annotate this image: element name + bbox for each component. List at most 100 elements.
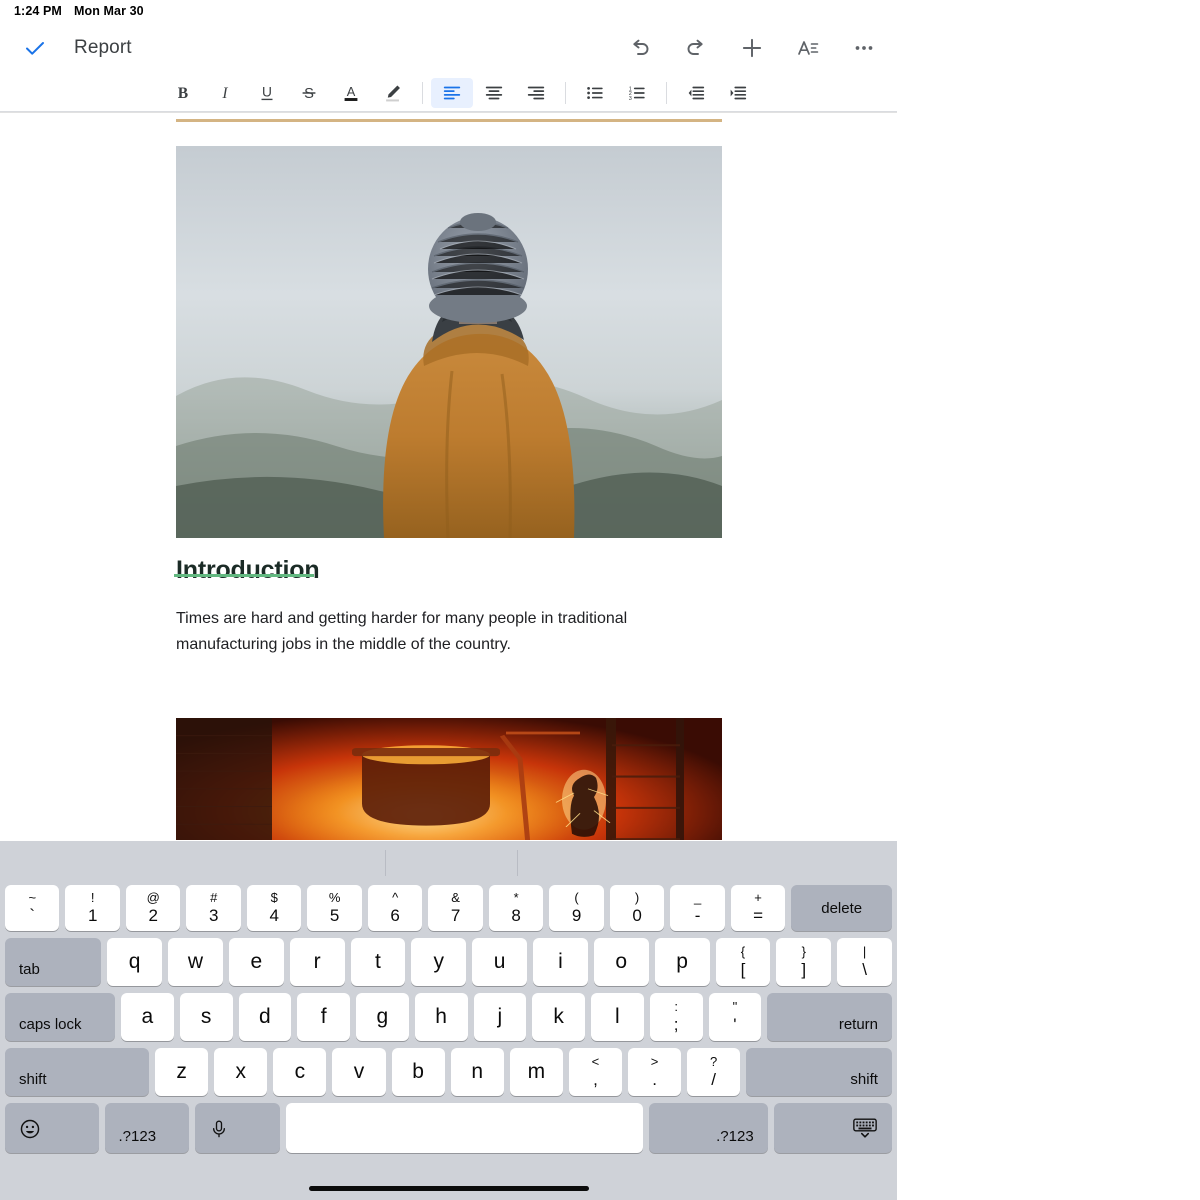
key-[interactable]: <, bbox=[569, 1048, 622, 1096]
key-caps-lock[interactable]: caps lock bbox=[5, 993, 115, 1041]
key-n[interactable]: n bbox=[451, 1048, 504, 1096]
key-t[interactable]: t bbox=[351, 938, 406, 986]
key-9[interactable]: (9 bbox=[549, 885, 603, 931]
key-[interactable]: _- bbox=[670, 885, 724, 931]
document-canvas[interactable]: Introduction Times are hard and getting … bbox=[0, 113, 900, 840]
text-format-button[interactable] bbox=[790, 30, 826, 66]
key-v[interactable]: v bbox=[332, 1048, 385, 1096]
key-a[interactable]: a bbox=[121, 993, 174, 1041]
key-[interactable]: >. bbox=[628, 1048, 681, 1096]
undo-button[interactable] bbox=[622, 30, 658, 66]
increase-indent-button[interactable] bbox=[717, 78, 759, 108]
key-x[interactable]: x bbox=[214, 1048, 267, 1096]
redo-button[interactable] bbox=[678, 30, 714, 66]
align-center-button[interactable] bbox=[473, 78, 515, 108]
key-6[interactable]: ^6 bbox=[368, 885, 422, 931]
highlight-pen-button[interactable] bbox=[372, 78, 414, 108]
home-row: caps lockasdfghjkl:;"'return bbox=[5, 993, 892, 1041]
key--123[interactable]: .?123 bbox=[105, 1103, 190, 1153]
key-q[interactable]: q bbox=[107, 938, 162, 986]
key-e[interactable]: e bbox=[229, 938, 284, 986]
key-label-shifted: ) bbox=[635, 891, 639, 905]
key-f[interactable]: f bbox=[297, 993, 350, 1041]
microphone-icon[interactable] bbox=[195, 1103, 280, 1153]
predictive-text-bar[interactable] bbox=[0, 841, 897, 885]
status-bar-time: 1:24 PM bbox=[14, 4, 62, 18]
insert-button[interactable] bbox=[734, 30, 770, 66]
key-tab[interactable]: tab bbox=[5, 938, 101, 986]
key-s[interactable]: s bbox=[180, 993, 233, 1041]
key-label: ; bbox=[674, 1015, 679, 1034]
key-label: i bbox=[558, 950, 563, 974]
hide-keyboard-icon[interactable] bbox=[774, 1103, 892, 1153]
key-j[interactable]: j bbox=[474, 993, 527, 1041]
bulleted-list-button[interactable] bbox=[574, 78, 616, 108]
key-r[interactable]: r bbox=[290, 938, 345, 986]
body-paragraph[interactable]: Times are hard and getting harder for ma… bbox=[176, 606, 722, 658]
bold-button[interactable]: B bbox=[162, 78, 204, 108]
section-heading[interactable]: Introduction bbox=[176, 556, 319, 585]
key-label: z bbox=[176, 1060, 187, 1084]
key-k[interactable]: k bbox=[532, 993, 585, 1041]
key-1[interactable]: !1 bbox=[65, 885, 119, 931]
key-c[interactable]: c bbox=[273, 1048, 326, 1096]
key-[interactable]: }] bbox=[776, 938, 831, 986]
secondary-image[interactable] bbox=[176, 718, 722, 840]
strikethrough-button[interactable]: S bbox=[288, 78, 330, 108]
key-[interactable]: += bbox=[731, 885, 785, 931]
key-label-shifted: ^ bbox=[392, 891, 398, 905]
key-5[interactable]: %5 bbox=[307, 885, 361, 931]
key-7[interactable]: &7 bbox=[428, 885, 482, 931]
key-label: 2 bbox=[148, 906, 157, 925]
key-[interactable]: :; bbox=[650, 993, 703, 1041]
key-g[interactable]: g bbox=[356, 993, 409, 1041]
emoji-smiley-icon[interactable] bbox=[5, 1103, 99, 1153]
key-8[interactable]: *8 bbox=[489, 885, 543, 931]
key--123[interactable]: .?123 bbox=[649, 1103, 767, 1153]
key-[interactable]: {[ bbox=[716, 938, 771, 986]
document-title[interactable]: Report bbox=[74, 37, 132, 59]
key-y[interactable]: y bbox=[411, 938, 466, 986]
key-z[interactable]: z bbox=[155, 1048, 208, 1096]
done-checkmark-button[interactable] bbox=[18, 31, 52, 65]
key-i[interactable]: i bbox=[533, 938, 588, 986]
key-label: x bbox=[236, 1060, 247, 1084]
key-[interactable]: ?/ bbox=[687, 1048, 740, 1096]
key-space[interactable] bbox=[286, 1103, 644, 1153]
key-d[interactable]: d bbox=[239, 993, 292, 1041]
align-left-button[interactable] bbox=[431, 78, 473, 108]
underline-button[interactable]: U bbox=[246, 78, 288, 108]
key-u[interactable]: u bbox=[472, 938, 527, 986]
key-0[interactable]: )0 bbox=[610, 885, 664, 931]
qwerty-row: tabqwertyu i o p{[}]|\ bbox=[5, 938, 892, 986]
key-shift[interactable]: shift bbox=[746, 1048, 892, 1096]
toolbar-divider bbox=[666, 82, 667, 104]
more-options-button[interactable] bbox=[846, 30, 882, 66]
key-delete[interactable]: delete bbox=[791, 885, 892, 931]
key-b[interactable]: b bbox=[392, 1048, 445, 1096]
key-h[interactable]: h bbox=[415, 993, 468, 1041]
italic-button[interactable]: I bbox=[204, 78, 246, 108]
hero-image[interactable] bbox=[176, 146, 722, 538]
numbered-list-button[interactable]: 123 bbox=[616, 78, 658, 108]
key-shift[interactable]: shift bbox=[5, 1048, 149, 1096]
align-right-button[interactable] bbox=[515, 78, 557, 108]
key-o[interactable]: o bbox=[594, 938, 649, 986]
key-return[interactable]: return bbox=[767, 993, 892, 1041]
text-color-button[interactable]: A bbox=[330, 78, 372, 108]
decrease-indent-button[interactable] bbox=[675, 78, 717, 108]
key-3[interactable]: #3 bbox=[186, 885, 240, 931]
key-[interactable]: ~` bbox=[5, 885, 59, 931]
key-[interactable]: "' bbox=[709, 993, 762, 1041]
key-label: o bbox=[615, 950, 627, 974]
key-m[interactable]: m bbox=[510, 1048, 563, 1096]
key-2[interactable]: @2 bbox=[126, 885, 180, 931]
svg-text:A: A bbox=[347, 84, 356, 99]
bottom-row: .?123 .?123 bbox=[5, 1103, 892, 1153]
key-l[interactable]: l bbox=[591, 993, 644, 1041]
key-4[interactable]: $4 bbox=[247, 885, 301, 931]
key-w[interactable]: w bbox=[168, 938, 223, 986]
key-[interactable]: |\ bbox=[837, 938, 892, 986]
key-p[interactable]: p bbox=[655, 938, 710, 986]
key-label: \ bbox=[862, 960, 867, 979]
